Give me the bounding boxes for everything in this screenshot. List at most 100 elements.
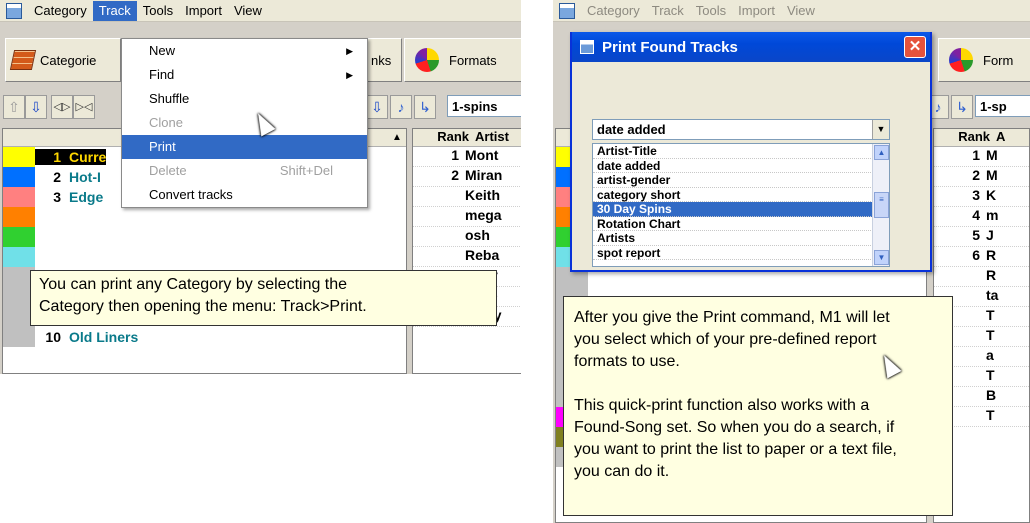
return-arrow-icon[interactable]: ↳ bbox=[414, 95, 436, 119]
rank-row[interactable]: 6R bbox=[934, 247, 1029, 267]
formats-button[interactable]: Form bbox=[938, 38, 1030, 82]
rank-artist: J bbox=[986, 227, 994, 243]
return-arrow-icon[interactable]: ↳ bbox=[951, 95, 973, 119]
chevron-down-icon[interactable]: ▼ bbox=[872, 120, 889, 139]
rank-row[interactable]: 2 Miran bbox=[413, 167, 521, 187]
categories-button[interactable]: Categorie bbox=[5, 38, 121, 82]
rank-artist: M bbox=[986, 147, 998, 163]
pie-chart-icon bbox=[415, 48, 439, 72]
menu-tools[interactable]: Tools bbox=[690, 1, 732, 21]
category-name: Old Liners bbox=[69, 329, 139, 345]
menu-item-delete[interactable]: Delete Shift+Del bbox=[122, 159, 367, 183]
rank-artist: Miran bbox=[465, 167, 503, 183]
report-format-option[interactable]: Artist-Title bbox=[593, 144, 889, 159]
rank-list: Rank Artist 1 Mont 2 Miran Keith mega osh Reba R… bbox=[412, 128, 521, 374]
rank-number bbox=[413, 207, 465, 226]
add-note-icon[interactable]: ♪ bbox=[390, 95, 412, 119]
format-select[interactable]: 1-sp bbox=[975, 95, 1030, 117]
menu-item-convert-tracks[interactable]: Convert tracks bbox=[122, 183, 367, 207]
menu-view[interactable]: View bbox=[781, 1, 821, 21]
rank-row[interactable]: 3K bbox=[934, 187, 1029, 207]
rank-row[interactable]: R bbox=[934, 267, 1029, 287]
rank-row[interactable]: mega bbox=[413, 207, 521, 227]
screenshot-root: Category Track Tools Import View Categor… bbox=[0, 0, 1030, 523]
formats-button-label: Form bbox=[983, 52, 1014, 68]
submenu-arrow-icon: ▶ bbox=[346, 46, 353, 56]
sort-up-icon[interactable]: ▲ bbox=[388, 129, 406, 146]
category-row[interactable]: 10 Old Liners bbox=[3, 327, 406, 347]
category-color-swatch bbox=[3, 207, 35, 227]
report-format-option[interactable]: 30 Day Spins bbox=[593, 202, 889, 217]
menu-item-shuffle[interactable]: Shuffle bbox=[122, 87, 367, 111]
menu-item-print[interactable]: Print bbox=[122, 135, 367, 159]
report-format-option[interactable]: Artists bbox=[593, 231, 889, 246]
move-top-icon[interactable]: ⇧ bbox=[3, 95, 25, 119]
artist-column-header[interactable]: Artist bbox=[475, 129, 509, 146]
category-number: 2 bbox=[53, 169, 61, 185]
scroll-down-icon[interactable]: ▼ bbox=[874, 250, 889, 265]
join-icon[interactable]: ▷◁ bbox=[73, 95, 95, 119]
menu-import[interactable]: Import bbox=[732, 1, 781, 21]
rank-artist: Keith bbox=[465, 187, 500, 203]
rank-artist: Reba bbox=[465, 247, 500, 263]
menu-track[interactable]: Track bbox=[646, 1, 690, 21]
app-icon bbox=[6, 2, 22, 19]
rank-number: 2 bbox=[972, 167, 980, 183]
category-color-swatch bbox=[3, 147, 35, 167]
rank-number bbox=[413, 187, 465, 206]
menu-item-find[interactable]: Find ▶ bbox=[122, 63, 367, 87]
categories-button-label: Categorie bbox=[40, 52, 97, 68]
report-format-option[interactable]: artist-gender bbox=[593, 173, 889, 188]
move-down-icon[interactable]: ⇩ bbox=[25, 95, 47, 119]
split-icon[interactable]: ◁▷ bbox=[51, 95, 73, 119]
rank-row[interactable]: 1M bbox=[934, 147, 1029, 167]
category-row[interactable] bbox=[3, 247, 406, 267]
menu-item-label: Shuffle bbox=[149, 91, 190, 106]
format-select[interactable]: 1-spins bbox=[447, 95, 521, 117]
print-found-tracks-dialog: Print Found Tracks ✕ date added ▼ Artist… bbox=[570, 32, 932, 272]
scroll-thumb[interactable]: ≡ bbox=[874, 192, 889, 218]
tooltip-print-command: After you give the Print command, M1 wil… bbox=[563, 296, 953, 516]
artist-column-header[interactable]: A bbox=[996, 129, 1005, 146]
rank-row[interactable]: 4m bbox=[934, 207, 1029, 227]
submenu-arrow-icon: ▶ bbox=[346, 70, 353, 80]
menu-item-label: Find bbox=[149, 67, 175, 82]
menu-item-new[interactable]: New ▶ bbox=[122, 39, 367, 63]
rank-row[interactable]: 5J bbox=[934, 227, 1029, 247]
report-format-option[interactable]: date added bbox=[593, 159, 889, 173]
rank-artist: R bbox=[986, 247, 997, 263]
menu-import[interactable]: Import bbox=[179, 1, 228, 21]
menu-category[interactable]: Category bbox=[581, 1, 646, 21]
rank-row[interactable]: osh bbox=[413, 227, 521, 247]
links-button[interactable]: nks bbox=[366, 38, 402, 82]
rank-number bbox=[413, 227, 465, 246]
rank-row[interactable]: Reba bbox=[413, 247, 521, 267]
menu-category[interactable]: Category bbox=[28, 1, 93, 21]
report-format-option[interactable]: spot report bbox=[593, 246, 889, 260]
menu-tools[interactable]: Tools bbox=[137, 1, 179, 21]
category-row[interactable] bbox=[3, 207, 406, 227]
rank-column-header[interactable]: Rank bbox=[934, 129, 996, 146]
list-scrollbar[interactable]: ▲ ≡ ▼ bbox=[872, 144, 889, 266]
close-icon[interactable]: ✕ bbox=[904, 36, 926, 58]
menu-item-clone[interactable]: Clone bbox=[122, 111, 367, 135]
rank-row[interactable]: Keith bbox=[413, 187, 521, 207]
bricks-icon bbox=[9, 50, 37, 70]
report-format-option[interactable]: Rotation Chart bbox=[593, 217, 889, 231]
move-down-icon-2[interactable]: ⇩ bbox=[366, 95, 388, 119]
report-format-select[interactable]: date added ▼ bbox=[592, 119, 890, 140]
report-format-option[interactable]: category short bbox=[593, 188, 889, 202]
menu-view[interactable]: View bbox=[228, 1, 268, 21]
rank-row[interactable]: 1 Mont bbox=[413, 147, 521, 167]
rank-column-header[interactable]: Rank bbox=[413, 129, 475, 146]
rank-row[interactable]: 2M bbox=[934, 167, 1029, 187]
menu-item-label: Clone bbox=[149, 115, 183, 130]
menu-track[interactable]: Track bbox=[92, 0, 137, 21]
scroll-up-icon[interactable]: ▲ bbox=[874, 145, 889, 160]
category-number: 1 bbox=[35, 149, 69, 165]
formats-button[interactable]: Formats bbox=[404, 38, 521, 82]
category-number: 10 bbox=[45, 329, 61, 345]
category-row[interactable] bbox=[3, 227, 406, 247]
menu-item-label: Convert tracks bbox=[149, 187, 233, 202]
rank-artist: Mont bbox=[465, 147, 499, 163]
